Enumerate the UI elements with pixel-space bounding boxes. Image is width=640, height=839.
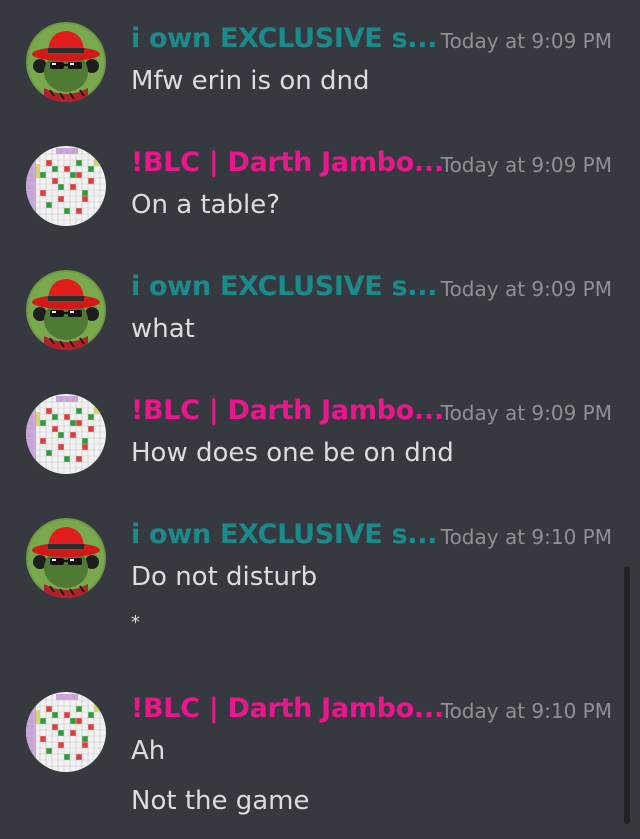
red-hat-sunglasses-avatar[interactable]	[26, 270, 106, 350]
username[interactable]: !BLC | Darth Jambo...	[131, 394, 444, 428]
red-hat-sunglasses-avatar[interactable]	[26, 518, 106, 598]
scrollbar[interactable]	[624, 566, 630, 824]
timestamp: Today at 9:09 PM	[440, 277, 612, 301]
username[interactable]: i own EXCLUSIVE s...	[131, 22, 437, 56]
message-text: Mfw erin is on dnd	[131, 66, 370, 96]
timestamp: Today at 9:10 PM	[440, 525, 612, 549]
timestamp: Today at 9:09 PM	[440, 401, 612, 425]
username[interactable]: !BLC | Darth Jambo...	[131, 146, 444, 180]
red-hat-sunglasses-avatar[interactable]	[26, 22, 106, 102]
message-list: i own EXCLUSIVE s... Today at 9:09 PM Mf…	[0, 0, 640, 839]
pixel-mosaic-avatar[interactable]	[26, 692, 106, 772]
message-text: How does one be on dnd	[131, 438, 454, 468]
pixel-mosaic-avatar[interactable]	[26, 146, 106, 226]
username[interactable]: i own EXCLUSIVE s...	[131, 518, 437, 552]
pixel-mosaic-avatar[interactable]	[26, 394, 106, 474]
timestamp: Today at 9:09 PM	[440, 153, 612, 177]
username[interactable]: !BLC | Darth Jambo...	[131, 692, 444, 726]
timestamp: Today at 9:10 PM	[440, 699, 612, 723]
message-text: *	[131, 612, 140, 633]
username[interactable]: i own EXCLUSIVE s...	[131, 270, 437, 304]
message-text: Do not disturb	[131, 562, 318, 592]
timestamp: Today at 9:09 PM	[440, 29, 612, 53]
message-text: Not the game	[131, 786, 310, 816]
message-text: Ah	[131, 736, 166, 766]
message-text: On a table?	[131, 190, 281, 220]
message-text: what	[131, 314, 195, 344]
